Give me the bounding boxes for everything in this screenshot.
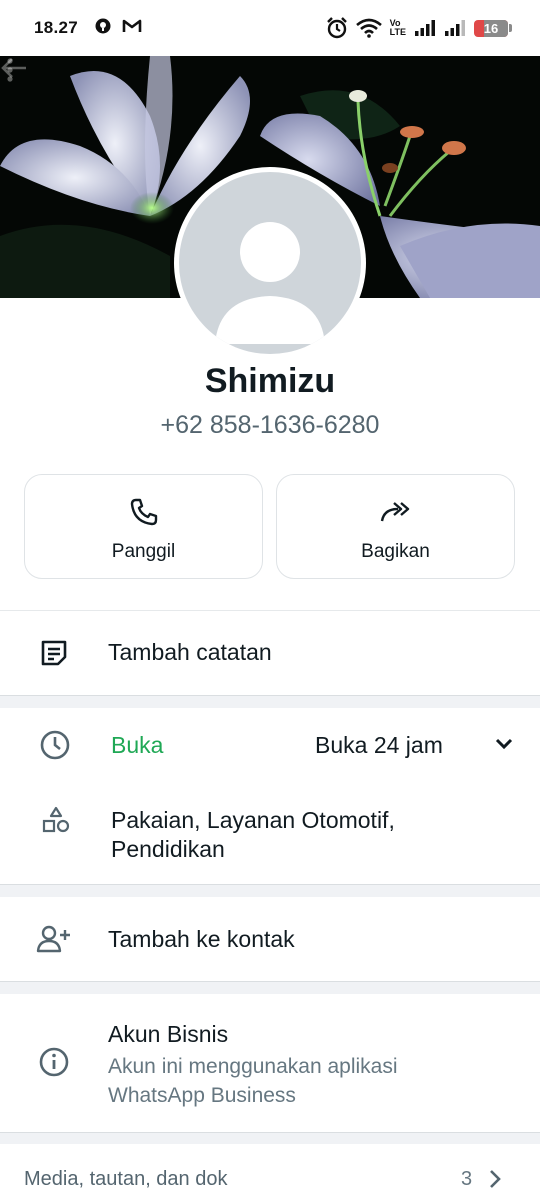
signal-icon-2 xyxy=(444,19,466,37)
business-account-row[interactable]: Akun Bisnis Akun ini menggunakan aplikas… xyxy=(0,994,540,1132)
section-gap xyxy=(0,884,540,897)
info-icon xyxy=(36,1044,72,1080)
chevron-right-icon[interactable] xyxy=(488,1168,502,1195)
call-label: Panggil xyxy=(111,541,176,562)
forward-share-icon xyxy=(380,497,412,527)
battery-icon: 16 xyxy=(474,19,512,37)
signal-icon xyxy=(414,19,436,37)
categories-text: Pakaian, Layanan Otomotif, Pendidikan xyxy=(111,806,395,864)
phone-icon xyxy=(129,497,159,527)
note-icon xyxy=(36,635,72,671)
call-button[interactable]: Panggil xyxy=(24,474,263,579)
status-time: 18.27 xyxy=(34,18,79,37)
clock-icon xyxy=(37,727,73,763)
business-account-desc-line-1: Akun ini menggunakan aplikasi xyxy=(108,1055,398,1078)
add-person-icon xyxy=(36,921,72,957)
wifi-icon xyxy=(355,18,382,38)
business-account-description: Akun ini menggunakan aplikasi WhatsApp B… xyxy=(108,1052,398,1110)
share-label: Bagikan xyxy=(361,541,430,562)
add-note-label: Tambah catatan xyxy=(108,639,272,665)
profile-avatar[interactable] xyxy=(174,167,366,359)
battery-level: 16 xyxy=(483,20,499,36)
categories-line-2: Pendidikan xyxy=(111,836,225,862)
hours-text: Buka 24 jam xyxy=(315,732,443,758)
chevron-down-icon[interactable] xyxy=(486,726,522,762)
volte-label: Vo LTE xyxy=(389,18,406,37)
categories-row: Pakaian, Layanan Otomotif, Pendidikan xyxy=(0,784,540,884)
default-avatar-icon xyxy=(215,222,325,344)
section-gap xyxy=(0,695,540,708)
business-hours-row[interactable]: Buka Buka 24 jam xyxy=(0,708,540,784)
status-bar: 18.27 Vo LTE 16 xyxy=(0,0,540,56)
add-note-row[interactable]: Tambah catatan xyxy=(0,611,540,695)
section-gap xyxy=(0,1132,540,1144)
location-icon xyxy=(94,17,112,40)
categories-shapes-icon xyxy=(38,803,74,839)
business-account-desc-line-2: WhatsApp Business xyxy=(108,1084,296,1107)
profile-phone: +62 858-1636-6280 xyxy=(160,411,380,439)
more-options-icon[interactable] xyxy=(0,56,20,84)
share-button[interactable]: Bagikan xyxy=(276,474,515,579)
alarm-icon xyxy=(326,17,348,39)
section-gap xyxy=(0,981,540,994)
add-contact-label: Tambah ke kontak xyxy=(108,926,295,952)
media-count: 3 xyxy=(461,1168,473,1190)
profile-name: Shimizu xyxy=(204,362,336,400)
categories-line-1: Pakaian, Layanan Otomotif, xyxy=(111,807,395,833)
open-status: Buka xyxy=(111,732,164,758)
business-account-title: Akun Bisnis xyxy=(108,1021,229,1047)
media-links-docs-label: Media, tautan, dan dok xyxy=(24,1168,228,1190)
add-contact-row[interactable]: Tambah ke kontak xyxy=(0,897,540,981)
gmail-icon xyxy=(122,18,142,39)
